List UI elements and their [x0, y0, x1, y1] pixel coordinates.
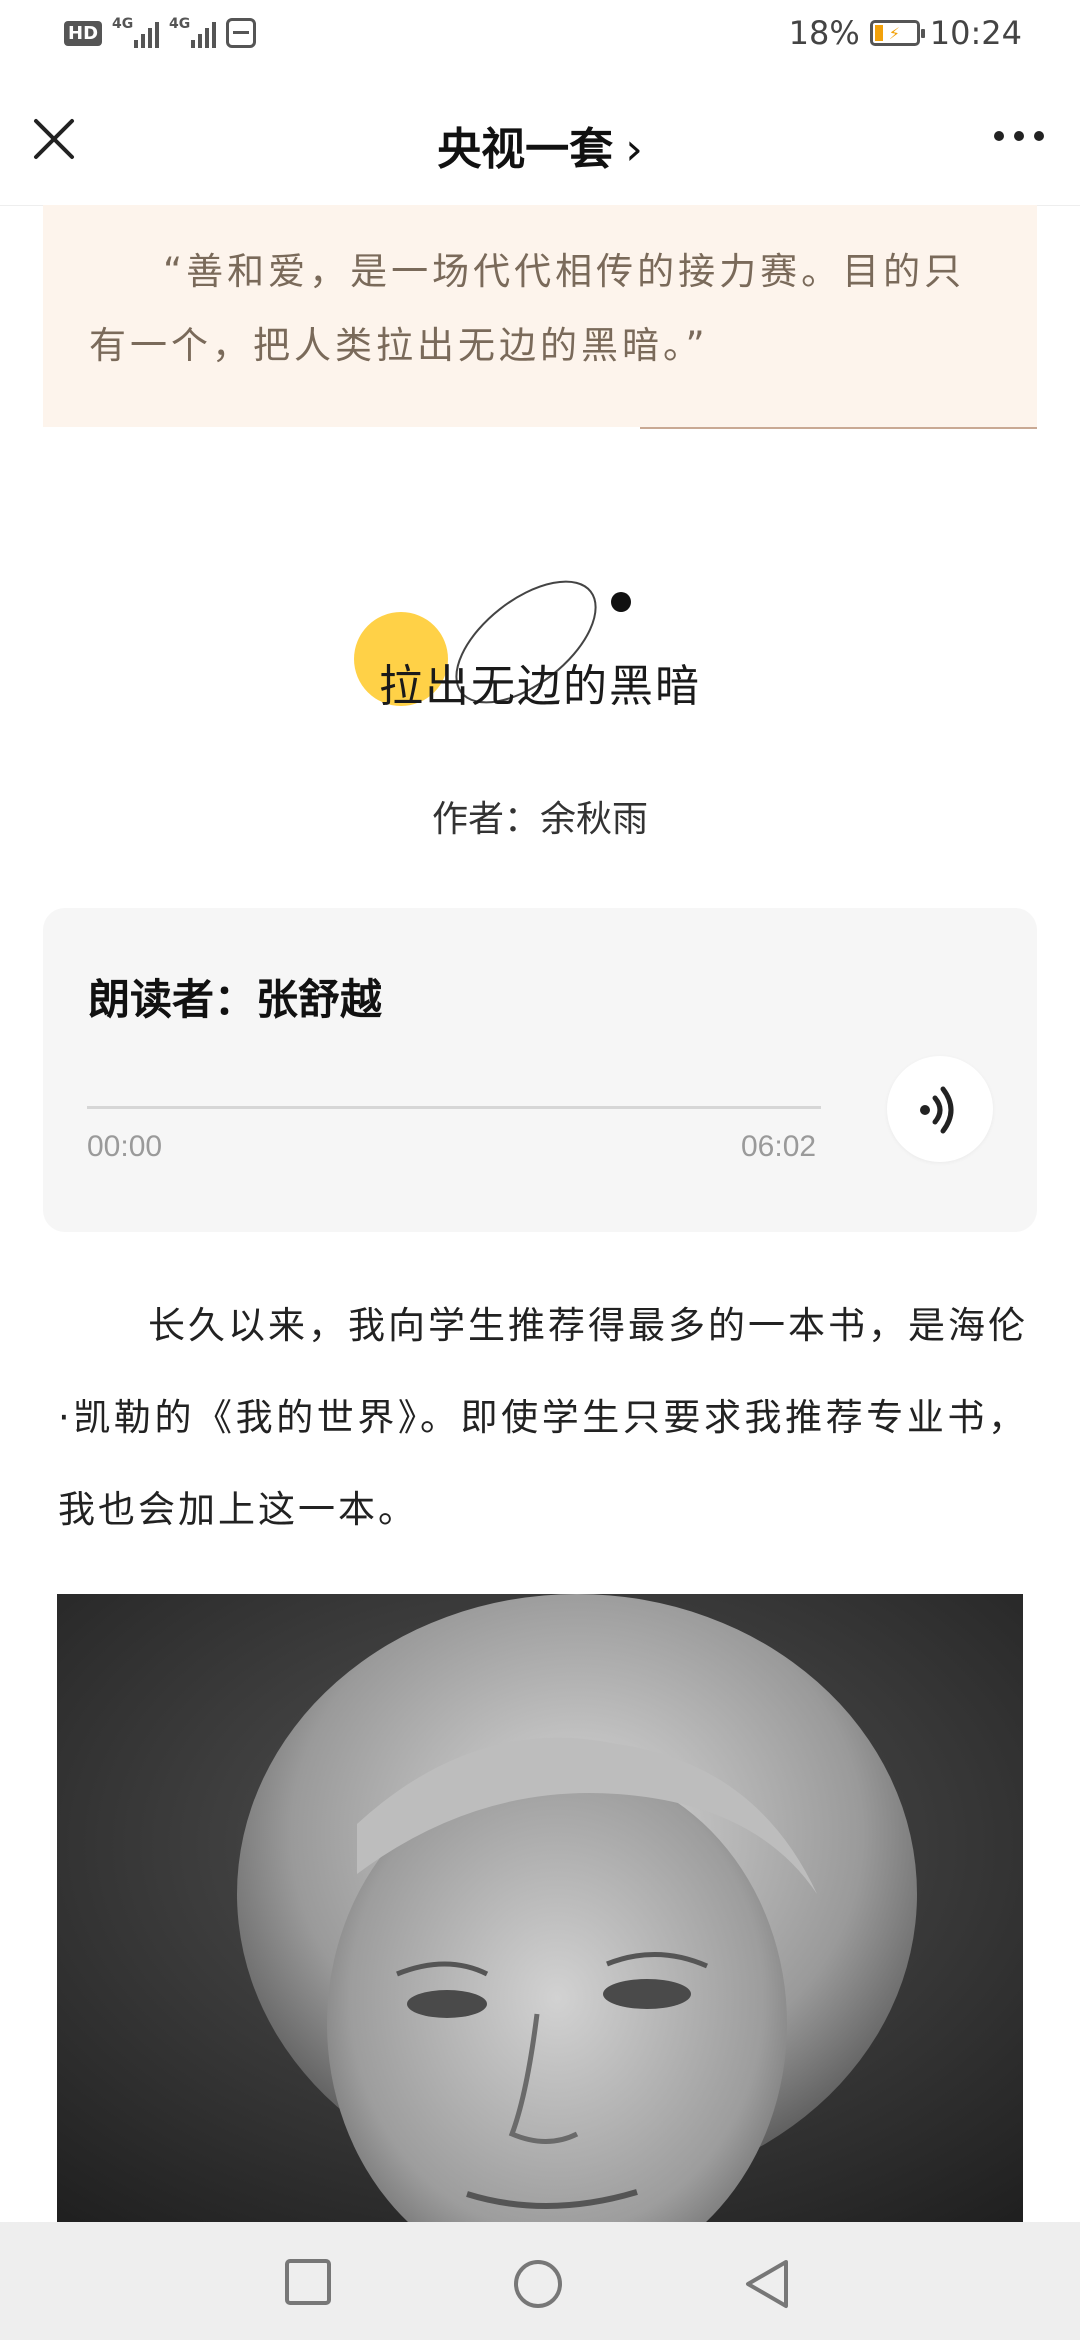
progress-track[interactable] [87, 1106, 821, 1109]
sound-wave-icon[interactable] [887, 1056, 993, 1162]
paragraph-text: 长久以来，我向学生推荐得最多的一本书，是海伦·凯勒的《我的世界》。即使学生只要求… [58, 1304, 1028, 1531]
signal-icon-2: 4G [169, 16, 217, 48]
clock: 10:24 [929, 14, 1022, 52]
reader-label: 朗读者：张舒越 [88, 975, 383, 1024]
square-icon[interactable] [284, 2258, 332, 2310]
title-bar: 央视一套 › [0, 75, 1080, 206]
page-title-text: 央视一套 [437, 124, 614, 175]
audio-player: 朗读者：张舒越 00:00 06:02 [43, 908, 1037, 1232]
sim-icon [226, 18, 257, 48]
battery-percent: 18% [788, 14, 860, 52]
quote-text: “善和爱，是一场代代相传的接力赛。目的只有一个，把人类拉出无边的黑暗。” [89, 250, 966, 367]
circle-icon[interactable] [512, 2258, 564, 2314]
page-title[interactable]: 央视一套 › [0, 113, 1080, 177]
current-time: 00:00 [87, 1130, 163, 1163]
quote-divider [640, 427, 1037, 429]
status-icons-right: 18% ⚡ 10:24 [789, 14, 1022, 52]
portrait-photo [57, 1594, 1023, 2222]
more-dots-icon[interactable] [994, 131, 1044, 141]
hd-icon: HD [64, 20, 103, 46]
signal-icon: 4G [112, 16, 160, 48]
duration: 06:02 [741, 1130, 817, 1163]
status-bar: HD 4G 4G 18% ⚡ 10:24 [0, 0, 1080, 75]
triangle-back-icon[interactable] [742, 2258, 792, 2314]
status-icons-left: HD 4G 4G [64, 16, 257, 48]
quote-box: “善和爱，是一场代代相传的接力赛。目的只有一个，把人类拉出无边的黑暗。” [43, 205, 1037, 427]
chevron-right-icon: › [625, 124, 643, 175]
system-nav-bar [0, 2222, 1080, 2340]
battery-icon: ⚡ [869, 20, 925, 46]
article-title: 拉出无边的黑暗 [379, 661, 701, 712]
author: 作者：余秋雨 [431, 799, 648, 840]
article-paragraph: 长久以来，我向学生推荐得最多的一本书，是海伦·凯勒的《我的世界》。即使学生只要求… [58, 1280, 1028, 1556]
